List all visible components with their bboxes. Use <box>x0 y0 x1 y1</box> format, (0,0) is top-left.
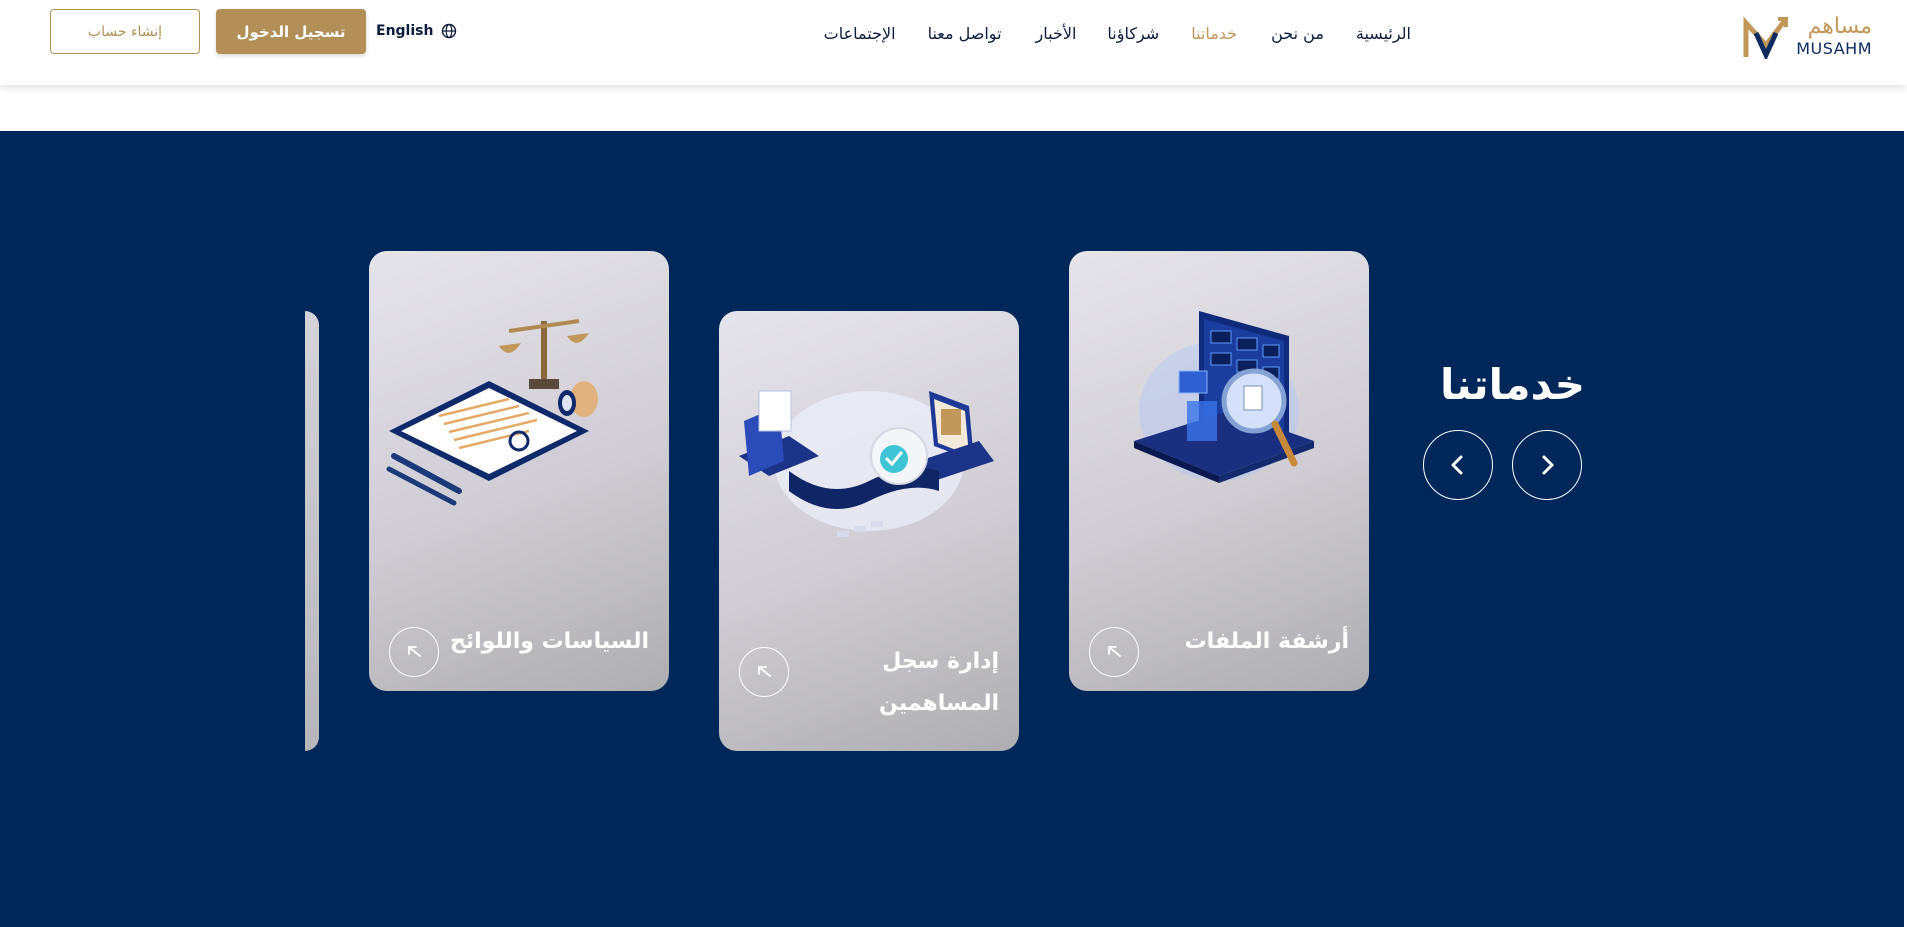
service-card-policies[interactable]: السياسات واللوائح <box>369 251 669 691</box>
services-title: خدماتنا <box>1440 360 1585 409</box>
service-card-shareholders[interactable]: إدارة سجل المساهمين <box>719 311 1019 751</box>
service-card-archive[interactable]: أرشفة الملفات <box>1069 251 1369 691</box>
site-header: مساهم MUSAHM الرئيسية من نحن خدماتنا شرك… <box>0 0 1907 85</box>
nav-item-home[interactable]: الرئيسية <box>1356 20 1411 48</box>
service-card-partial[interactable] <box>305 311 319 751</box>
nav-item-news[interactable]: الأخبار <box>1036 20 1077 48</box>
card-title: أرشفة الملفات <box>1184 629 1349 654</box>
nav-item-contact[interactable]: تواصل معنا <box>928 20 1002 48</box>
card-title: إدارة سجل المساهمين <box>879 649 999 716</box>
carousel-prev-button[interactable] <box>1423 430 1493 500</box>
logo-english-text: MUSAHM <box>1796 39 1872 58</box>
services-section: خدماتنا أرشفة الملفات إدارة سجل المساهمي… <box>0 131 1904 927</box>
globe-icon <box>442 23 457 39</box>
arrow-up-left-icon <box>1108 646 1121 657</box>
nav-item-about[interactable]: من نحن <box>1271 20 1324 48</box>
login-button[interactable]: تسجيل الدخول <box>216 9 366 54</box>
musahm-logo-mark-icon <box>1743 16 1788 59</box>
musahm-logo[interactable]: مساهم MUSAHM <box>1742 15 1872 61</box>
scales-document-illustration <box>386 319 598 506</box>
laptop-magnifier-illustration <box>1134 311 1314 483</box>
language-switch[interactable]: English <box>376 20 457 42</box>
card-title: السياسات واللوائح <box>450 629 649 654</box>
signup-button[interactable]: إنشاء حساب <box>50 9 200 54</box>
chevron-left-icon <box>1451 455 1463 475</box>
carousel-next-button[interactable] <box>1512 430 1582 500</box>
card-link-button[interactable] <box>1089 627 1139 677</box>
logo-arabic-text: مساهم <box>1807 14 1872 39</box>
arrow-up-left-icon <box>408 646 421 657</box>
card-link-button[interactable] <box>389 627 439 677</box>
card-link-button[interactable] <box>739 647 789 697</box>
language-label: English <box>376 23 434 39</box>
main-nav: الرئيسية من نحن خدماتنا شركاؤنا الأخبار … <box>824 20 1411 48</box>
nav-item-partners[interactable]: شركاؤنا <box>1107 20 1159 48</box>
arrow-up-left-icon <box>758 666 771 677</box>
nav-item-meetings[interactable]: الإجتماعات <box>824 20 896 48</box>
laptops-cloud-illustration <box>739 390 994 537</box>
chevron-right-icon <box>1542 455 1554 475</box>
nav-item-services[interactable]: خدماتنا <box>1191 20 1237 48</box>
